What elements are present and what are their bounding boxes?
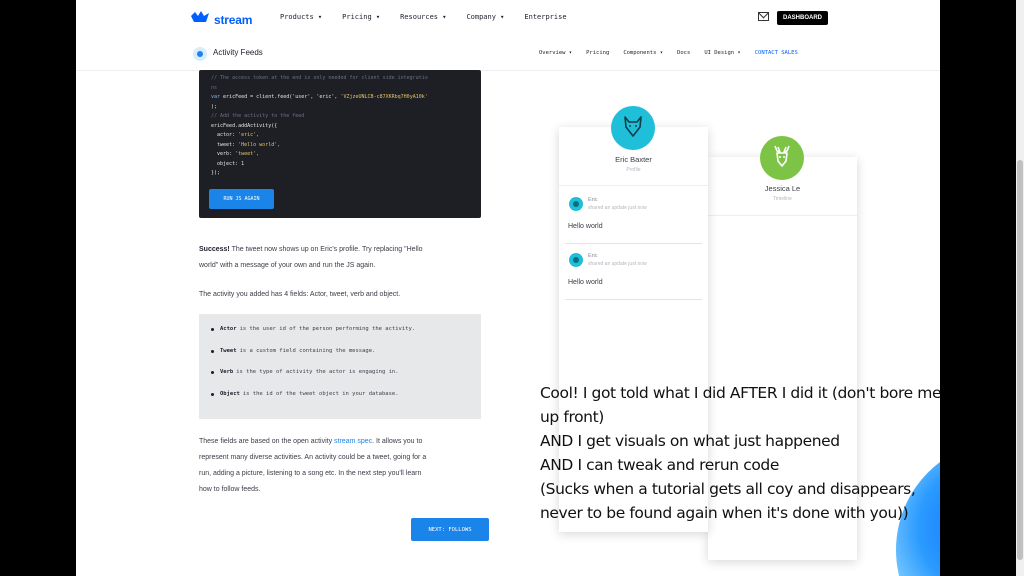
success-label: Success!: [199, 246, 230, 253]
run-js-again-button[interactable]: RUN JS AGAIN: [209, 189, 274, 209]
bullet-icon: [211, 371, 214, 374]
field-name: Object: [220, 390, 240, 397]
activity-actor: Eric: [588, 197, 598, 203]
code-text: });: [211, 170, 221, 176]
list-item: Verb is the type of activity the actor is…: [211, 369, 415, 391]
subnav-ui-design[interactable]: UI Design ▾: [704, 50, 740, 56]
nav-products[interactable]: Products ▾: [280, 13, 322, 21]
field-name: Verb: [220, 369, 234, 375]
nav-enterprise[interactable]: Enterprise: [524, 13, 566, 21]
annotation-line: (Sucks when a tutorial gets all coy and …: [540, 480, 916, 498]
annotation-line: AND I get visuals on what just happened: [540, 432, 840, 450]
nav-company[interactable]: Company ▾: [466, 13, 504, 21]
spec-paragraph: These fields are based on the open activ…: [199, 434, 481, 498]
top-navigation: stream Products ▾ Pricing ▾ Resources ▾ …: [76, 0, 940, 39]
code-key: tweet:: [211, 141, 239, 148]
field-desc: is the type of activity the actor is eng…: [236, 369, 399, 375]
bullet-icon: [211, 328, 214, 331]
field-desc: is a custom field containing the message…: [239, 347, 376, 354]
fields-intro: The activity you added has 4 fields: Act…: [199, 291, 401, 298]
code-string: 'tweet',: [235, 151, 260, 157]
annotation-line: Cool! I got told what I did AFTER I did …: [540, 384, 940, 402]
code-key: verb:: [211, 151, 236, 157]
subnav-overview[interactable]: Overview ▾: [539, 50, 572, 56]
list-item: Actor is the user id of the person perfor…: [211, 326, 415, 348]
fields-box: Actor is the user id of the person perfor…: [199, 314, 481, 419]
activity-text: Hello world: [568, 223, 603, 230]
code-comment-cont: ns: [211, 84, 218, 91]
code-string: 'VZjzeUNLCB-c87XKRbq7H0yA10k': [340, 94, 428, 100]
stream-spec-link[interactable]: stream spec: [334, 438, 372, 445]
stream-logo[interactable]: stream: [190, 10, 252, 29]
code-key: actor:: [211, 132, 239, 138]
code-comment: // Add the activity to the feed: [211, 113, 305, 119]
card-feed-label: Profile: [626, 167, 641, 173]
code-comment: // The access token at the end is only n…: [211, 75, 428, 81]
code-text: ericFeed.addActivity({: [211, 122, 278, 129]
spec-text: These fields are based on the open activ…: [199, 438, 335, 445]
field-name: Actor: [220, 326, 237, 332]
annotation-line: up front): [540, 408, 604, 426]
success-text: The tweet now shows up on Eric's profile…: [229, 246, 423, 253]
spec-text-2: represent many diverse activities. An ac…: [199, 454, 427, 461]
nav-resources[interactable]: Resources ▾: [400, 13, 446, 21]
logo-text: stream: [214, 12, 253, 27]
wolf-icon: [620, 113, 646, 144]
jessica-avatar: [760, 136, 804, 180]
subnav-components[interactable]: Components ▾: [623, 50, 663, 56]
scrollbar-thumb[interactable]: [1017, 160, 1023, 560]
activity-actor: Eric: [588, 253, 598, 259]
vertical-scrollbar[interactable]: [1016, 0, 1024, 576]
activity-feeds-icon: [193, 47, 207, 61]
nav-pricing[interactable]: Pricing ▾: [342, 13, 380, 21]
field-name: Tweet: [220, 347, 237, 354]
spec-text-3: run, adding a picture, listening to a so…: [199, 470, 422, 477]
activity-status: shared an update just now: [588, 261, 647, 267]
page: stream Products ▾ Pricing ▾ Resources ▾ …: [76, 0, 940, 576]
code-string: 'eric',: [238, 132, 260, 138]
annotation-line: AND I can tweak and rerun code: [540, 456, 780, 474]
sub-links: Overview ▾ Pricing Components ▾ Docs UI …: [539, 50, 798, 56]
subnav-pricing[interactable]: Pricing: [586, 50, 609, 56]
activity-text: Hello world: [568, 279, 603, 286]
card-user-name: Eric Baxter: [615, 155, 652, 164]
code-editor[interactable]: // The access token at the end is only n…: [199, 70, 481, 218]
main-nav: Products ▾ Pricing ▾ Resources ▾ Company…: [280, 13, 587, 21]
deer-icon: [769, 143, 795, 174]
spec-text: . It allows you to: [372, 438, 423, 445]
list-item: Object is the id of the tweet object in y…: [211, 391, 415, 413]
handwritten-annotation: Cool! I got told what I did AFTER I did …: [540, 381, 940, 525]
list-item: Tweet is a custom field containing the me…: [211, 348, 415, 370]
dashboard-button[interactable]: DASHBOARD: [777, 11, 828, 25]
product-subnav: Activity Feeds Overview ▾ Pricing Compon…: [76, 38, 940, 71]
field-desc: is the user id of the person performing …: [239, 326, 416, 332]
code-text: object: 1: [211, 160, 245, 167]
success-paragraph: Success! The tweet now shows up on Eric'…: [199, 242, 481, 274]
annotation-line: never to be found again when it's done w…: [540, 504, 909, 522]
next-follows-button[interactable]: NEXT: FOLLOWS: [411, 518, 489, 541]
eric-mini-avatar: [569, 253, 583, 267]
bullet-icon: [211, 392, 214, 396]
code-text: );: [211, 103, 218, 110]
card-feed-label: Timeline: [773, 196, 792, 202]
card-user-name: Jessica Le: [764, 184, 801, 193]
activity-status: shared an update just now: [588, 205, 647, 211]
activity-divider: [565, 243, 702, 244]
field-desc: is the id of the tweet object in your da…: [242, 390, 399, 397]
activity-divider: [565, 299, 702, 300]
bullet-icon: [211, 349, 214, 353]
code-string: 'Hello world',: [238, 141, 281, 148]
code-text: ericFeed = client.feed('user', 'eric',: [220, 94, 341, 100]
boat-logo-icon: [190, 10, 210, 29]
spec-text-4: how to follow feeds.: [199, 486, 261, 493]
code-keyword: var: [211, 94, 221, 100]
contact-sales-link[interactable]: CONTACT SALES: [755, 50, 798, 56]
eric-avatar: [611, 106, 655, 150]
subnav-docs[interactable]: Docs: [677, 50, 690, 56]
success-text-2: world" with a message of your own and ru…: [199, 262, 376, 269]
fields-list: Actor is the user id of the person perfor…: [211, 326, 415, 412]
eric-mini-avatar: [569, 197, 583, 211]
product-name[interactable]: Activity Feeds: [213, 48, 263, 57]
mail-icon[interactable]: [758, 12, 769, 21]
